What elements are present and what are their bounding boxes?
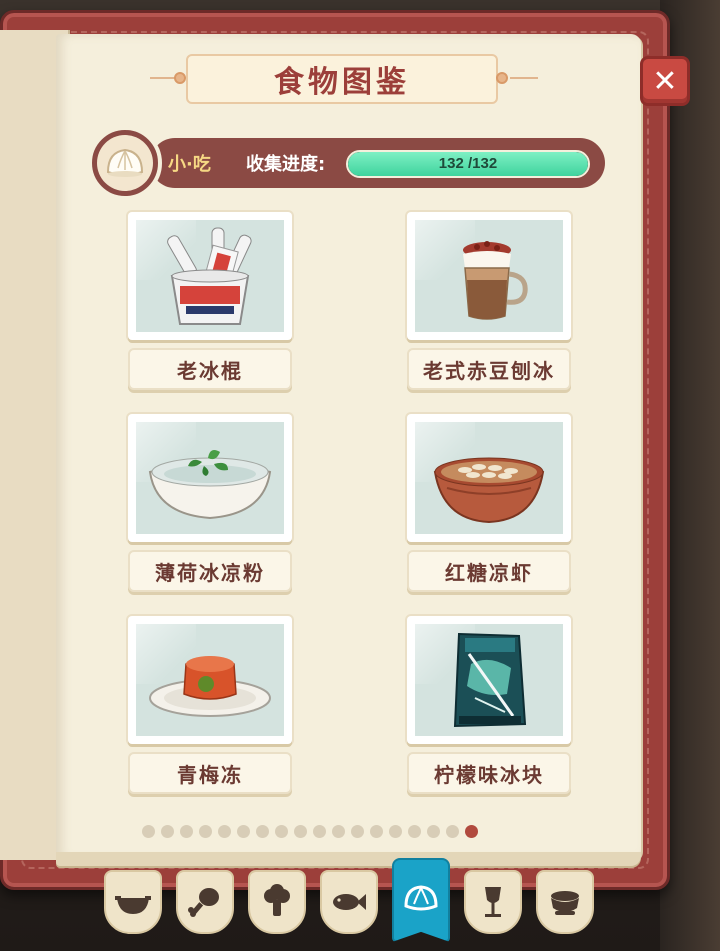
tab-vegetable[interactable] [248, 870, 306, 934]
close-button[interactable]: ✕ [640, 56, 690, 106]
food-card-2[interactable] [128, 414, 292, 542]
page-dot[interactable] [313, 825, 326, 838]
chicken-leg-icon [188, 888, 219, 917]
broccoli-icon [264, 884, 290, 916]
page-dot[interactable] [218, 825, 231, 838]
food-name-3: 红糖凉虾 [407, 550, 571, 592]
page-dot[interactable] [370, 825, 383, 838]
bun-icon [404, 885, 438, 911]
page-dot[interactable] [275, 825, 288, 838]
page-dot[interactable] [465, 825, 478, 838]
food-name-2: 薄荷冰凉粉 [128, 550, 292, 592]
wok-icon [115, 896, 151, 914]
popsicle-bucket-icon [167, 227, 252, 325]
page-dot[interactable] [161, 825, 174, 838]
food-card-1[interactable] [407, 212, 571, 340]
lemon-ice-bag-icon [453, 632, 527, 728]
page-dot[interactable] [351, 825, 364, 838]
food-card-4[interactable] [128, 616, 292, 744]
tab-wok[interactable] [104, 870, 162, 934]
bun-icon [106, 148, 144, 177]
collection-progress-text: 132 /132 [438, 155, 498, 172]
tab-seafood[interactable] [320, 870, 378, 934]
red-bean-shaved-ice-icon [463, 241, 528, 320]
food-name-5: 柠檬味冰块 [407, 752, 571, 794]
collection-progress-label: 收集进度: [246, 154, 326, 175]
tab-snack[interactable] [392, 858, 450, 942]
tab-soup[interactable] [536, 870, 594, 934]
category-label: 小·吃 [168, 154, 211, 175]
wine-glass-icon [485, 887, 501, 917]
close-icon: ✕ [652, 63, 678, 99]
tab-meat[interactable] [176, 870, 234, 934]
page-dot[interactable] [427, 825, 440, 838]
brown-sugar-jelly-bowl-icon [433, 457, 545, 524]
page-dot[interactable] [142, 825, 155, 838]
fish-icon [333, 894, 366, 910]
food-name-1: 老式赤豆刨冰 [407, 348, 571, 390]
page-dot[interactable] [408, 825, 421, 838]
banner-decoration-line [510, 77, 538, 79]
soup-bowl-icon [551, 891, 579, 915]
food-name-4: 青梅冻 [128, 752, 292, 794]
title-banner: 食物图鉴 [186, 54, 498, 104]
food-card-0[interactable] [128, 212, 292, 340]
page-indicator [142, 825, 478, 838]
food-card-5[interactable] [407, 616, 571, 744]
page-dot[interactable] [446, 825, 459, 838]
category-icon-badge [88, 126, 162, 200]
page-dot[interactable] [256, 825, 269, 838]
page-dot[interactable] [180, 825, 193, 838]
plum-jelly-plate-icon [149, 656, 271, 717]
food-card-3[interactable] [407, 414, 571, 542]
mint-jelly-bowl-icon [148, 450, 272, 520]
page-dot[interactable] [199, 825, 212, 838]
page-dot[interactable] [294, 825, 307, 838]
page-title: 食物图鉴 [274, 65, 410, 100]
banner-decoration-dot [496, 72, 508, 84]
collection-progress-bar: 132 /132 [346, 150, 590, 178]
page-dot[interactable] [389, 825, 402, 838]
banner-decoration-dot [174, 72, 186, 84]
food-name-0: 老冰棍 [128, 348, 292, 390]
page-dot[interactable] [332, 825, 345, 838]
category-tabs [104, 858, 604, 951]
page-dot[interactable] [237, 825, 250, 838]
tab-drink[interactable] [464, 870, 522, 934]
